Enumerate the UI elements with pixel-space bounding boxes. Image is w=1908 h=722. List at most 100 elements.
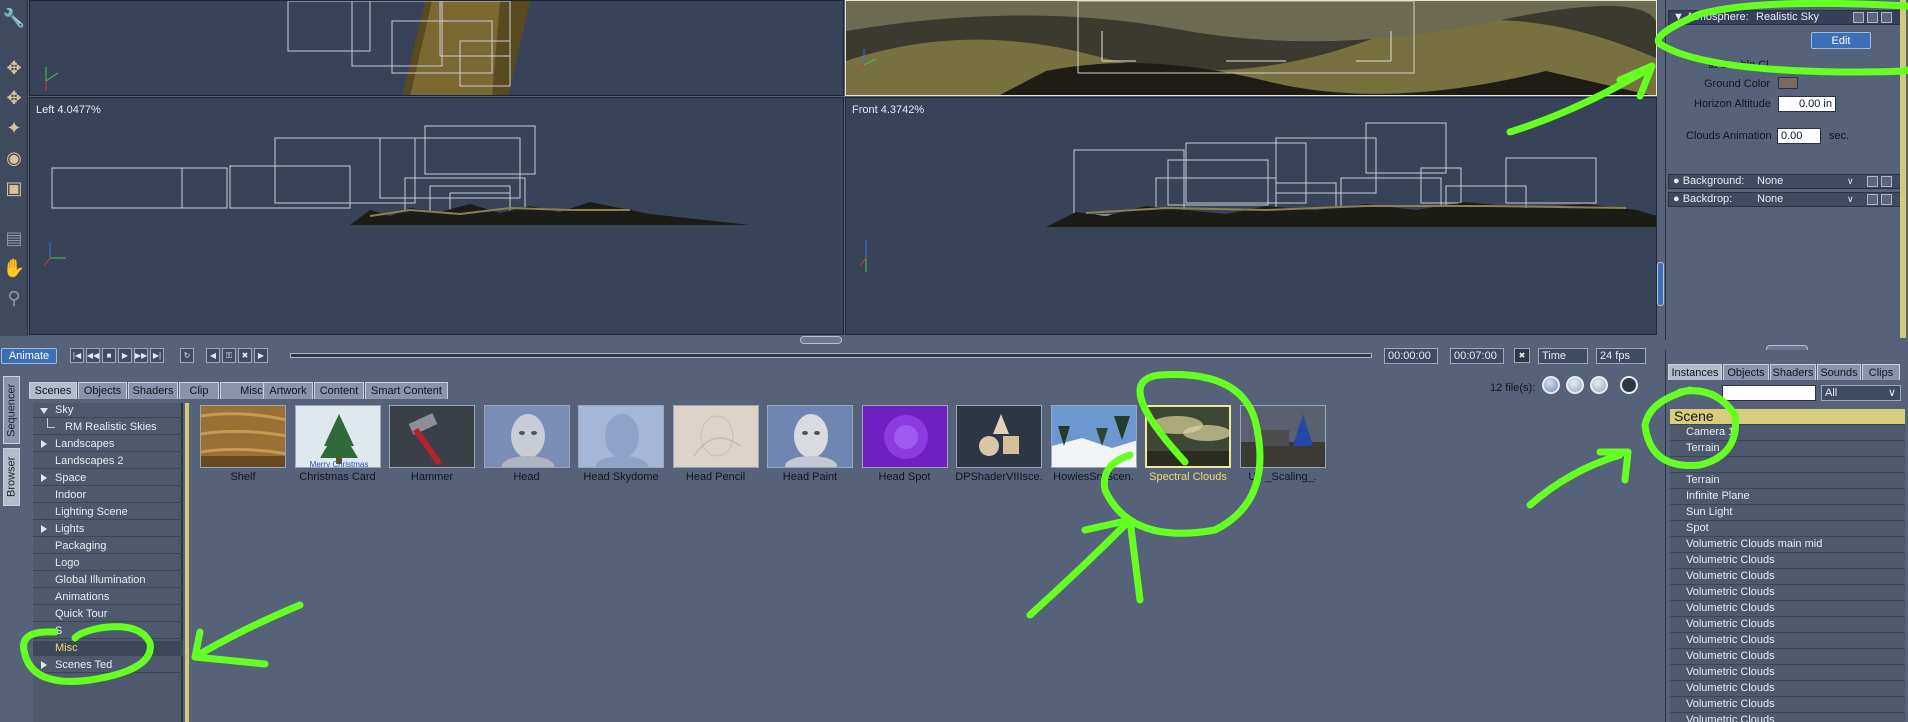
atmosphere-option-icon[interactable] [1867,12,1878,23]
clouds-animation-field[interactable]: 0.00 [1777,128,1821,144]
atmosphere-value[interactable]: Realistic Sky [1756,11,1819,24]
scene-thumbnail[interactable] [672,405,759,468]
instance-filter-select[interactable]: All ∨ [1821,385,1901,401]
category-item[interactable]: Misc [33,641,183,656]
loop-icon[interactable]: ↻ [180,348,194,363]
instance-item[interactable]: Spot [1670,521,1905,537]
atmosphere-edit-button[interactable]: Edit [1811,32,1871,49]
tab-sequencer[interactable]: Sequencer [3,376,20,444]
move-xz-icon[interactable]: ✥ [2,86,26,110]
viewport-camera[interactable] [845,0,1657,96]
backdrop-bar[interactable]: ● Backdrop: None ∨ [1668,192,1904,207]
time-mode-select[interactable]: Time [1538,348,1588,364]
instance-item[interactable]: Sun Light [1670,505,1905,521]
category-item[interactable]: RM Realistic Skies [33,418,183,435]
trackball-icon[interactable]: ◉ [2,146,26,170]
scene-item[interactable]: Spectral Clouds [1143,403,1233,487]
instance-item[interactable]: Volumetric Clouds [1670,665,1905,681]
atmosphere-option-icon[interactable] [1881,12,1892,23]
scene-item[interactable]: Head Paint [765,403,855,487]
move-icon[interactable]: ✥ [2,56,26,80]
view-medium-icon[interactable] [1566,376,1584,394]
scene-thumbnail[interactable] [861,405,948,468]
scene-thumbnail[interactable] [767,405,853,468]
tab-sounds[interactable]: Sounds [1817,364,1861,380]
collapsed-triangle-icon[interactable] [41,474,47,482]
scene-thumbnail[interactable] [578,405,664,468]
rewind-icon[interactable]: ◀◀ [86,348,100,363]
scene-thumbnail[interactable] [483,405,570,468]
scene-thumbnail[interactable] [956,405,1042,468]
horizon-altitude-field[interactable]: 0.00 in [1778,96,1836,112]
instance-item[interactable]: Volumetric Clouds [1670,553,1905,569]
go-end-icon[interactable]: ▶| [150,348,164,363]
collapsed-triangle-icon[interactable] [41,525,47,533]
category-item[interactable]: Lighting Scene [33,505,183,520]
background-option-icon[interactable] [1881,176,1892,187]
instance-item[interactable]: Volumetric Clouds [1670,617,1905,633]
backdrop-option-icon[interactable] [1867,194,1878,205]
scene-item[interactable]: HowiesSn Scen. [1049,403,1139,487]
instance-item[interactable]: Volumetric Clouds [1670,601,1905,617]
view-small-icon[interactable] [1590,376,1608,394]
ground-color-swatch[interactable] [1778,77,1798,89]
scene-thumbnail[interactable] [1145,405,1231,468]
category-item[interactable]: Landscapes 2 [33,454,183,469]
stop-icon[interactable]: ■ [102,348,116,363]
fast-forward-icon[interactable]: ▶▶ [134,348,148,363]
background-option-icon[interactable] [1867,176,1878,187]
tab-scenes[interactable]: Scenes [29,382,77,399]
camera-icon[interactable]: ▤ [2,226,26,250]
category-item[interactable]: Lights [33,522,183,537]
tab-objects[interactable]: Objects [1723,364,1769,380]
atmosphere-option-icon[interactable] [1853,12,1864,23]
scene-item[interactable]: Shelf [198,403,288,487]
background-value[interactable]: None [1757,175,1783,188]
delete-key-icon[interactable]: ✖ [238,348,252,363]
play-icon[interactable]: ▶ [118,348,132,363]
scene-item[interactable]: Hammer [387,403,477,487]
tab-instances[interactable]: Instances [1668,364,1722,380]
current-time-field[interactable]: 00:00:00 [1384,348,1438,364]
instance-item[interactable]: Volumetric Clouds [1670,681,1905,697]
tab-clip[interactable]: Clip [179,382,219,399]
tab-objects[interactable]: Objects [78,382,127,399]
browser-menu-icon[interactable] [1620,376,1638,394]
tab-shaders[interactable]: Shaders [1770,364,1816,380]
rotate-icon[interactable]: ✦ [2,116,26,140]
timeline-scrubber[interactable] [290,353,1372,358]
backdrop-value[interactable]: None [1757,193,1783,206]
category-item[interactable]: Global Illumination [33,573,183,588]
instance-item[interactable]: Volumetric Clouds [1670,585,1905,601]
right-panel-collapse[interactable] [1657,262,1664,306]
add-key-icon[interactable]: ⚿ [222,348,236,363]
instance-item[interactable]: Terrain [1670,441,1905,457]
category-item[interactable]: Scenes Ted [33,658,183,673]
zoom-icon[interactable]: ⚲ [2,286,26,310]
scene-item[interactable]: Head Pencil [671,403,761,487]
view-large-icon[interactable] [1542,376,1560,394]
viewport-left[interactable]: Left 4.0477% [29,97,844,335]
scene-item[interactable]: Head [482,403,572,487]
viewport-front[interactable]: Front 4.3742% [845,97,1657,335]
hand-icon[interactable]: ✋ [2,256,26,280]
instance-item[interactable]: Volumetric Clouds main mid [1670,537,1905,553]
scene-thumbnail[interactable]: Merry Christmas [294,405,381,468]
tab-browser[interactable]: Browser [3,448,20,506]
instance-item[interactable]: Volumetric Clouds [1670,713,1905,722]
go-start-icon[interactable]: |◀ [70,348,84,363]
collapsed-triangle-icon[interactable] [41,440,47,448]
atmosphere-scrollbar[interactable] [1900,0,1906,338]
tab-artwork[interactable]: Artwork [263,382,313,399]
enable-clouds-checkbox[interactable]: ☑ Enable Cl [1708,58,1769,71]
instance-item[interactable]: Camera 1 [1670,425,1905,441]
tab-smart-content[interactable]: Smart Content [365,382,448,399]
category-item[interactable]: Sky [33,403,183,418]
background-bar[interactable]: ● Background: None ∨ [1668,174,1904,189]
instance-item[interactable]: Terrain [1670,473,1905,489]
fit-time-icon[interactable]: ✖ [1514,348,1530,363]
prev-key-icon[interactable]: ◀ [206,348,220,363]
instance-group-header[interactable]: Scene [1670,409,1905,425]
end-time-field[interactable]: 00:07:00 [1450,348,1504,364]
tab-shaders[interactable]: Shaders [128,382,178,399]
